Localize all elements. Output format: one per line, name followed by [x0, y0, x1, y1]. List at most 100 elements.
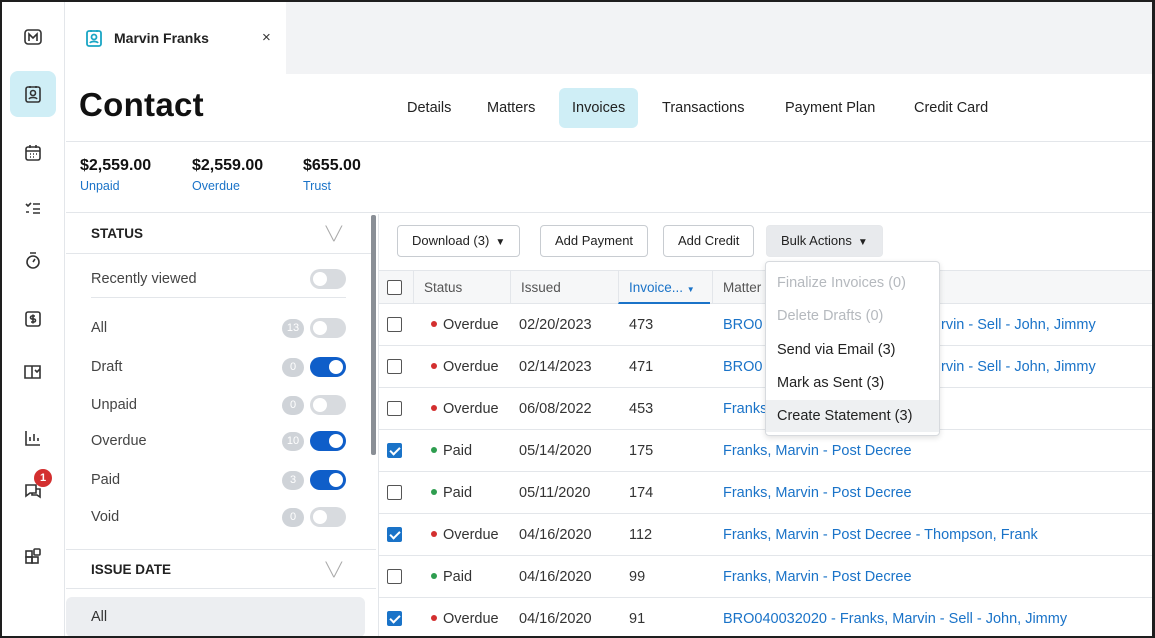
- row-checkbox[interactable]: [387, 317, 402, 332]
- reports-icon[interactable]: [10, 415, 56, 461]
- status-draft-toggle[interactable]: [310, 357, 346, 377]
- bulk-actions-button[interactable]: Bulk Actions ▼: [766, 225, 883, 257]
- matter-link[interactable]: Franks, Marvin - Post Decree: [723, 430, 912, 472]
- add-payment-button[interactable]: Add Payment: [540, 225, 649, 257]
- unpaid-label[interactable]: Unpaid: [80, 179, 151, 193]
- timer-icon[interactable]: [10, 238, 56, 284]
- messages-icon[interactable]: 1: [10, 468, 56, 514]
- messages-badge: 1: [34, 469, 52, 487]
- matter-link[interactable]: Franks, Marvin - Post Decree: [723, 556, 912, 598]
- status-label: Overdue: [91, 433, 147, 449]
- overdue-label[interactable]: Overdue: [192, 179, 263, 193]
- contact-card-icon: [84, 28, 104, 48]
- page-title: Contact: [79, 86, 204, 123]
- tab-transactions[interactable]: Transactions: [649, 88, 757, 128]
- app-window: 1 Marvin Franks × Contact Details Matter…: [2, 2, 1152, 636]
- status-label: Draft: [91, 359, 123, 375]
- filter-status-unpaid: Unpaid 0: [91, 390, 346, 420]
- menu-mark-as-sent[interactable]: Mark as Sent (3): [766, 367, 939, 399]
- caret-down-icon: ▼: [857, 237, 868, 248]
- column-status[interactable]: Status: [413, 271, 511, 304]
- add-credit-button[interactable]: Add Credit: [663, 225, 755, 257]
- trust-label[interactable]: Trust: [303, 179, 361, 193]
- row-checkbox[interactable]: [387, 485, 402, 500]
- invoice-header-label: Invoice...: [629, 280, 684, 295]
- table-row[interactable]: Paid 04/16/2020 99 Franks, Marvin - Post…: [379, 556, 1152, 598]
- tab-invoices[interactable]: Invoices: [559, 88, 639, 128]
- row-checkbox[interactable]: [387, 359, 402, 374]
- tab-marvin-franks[interactable]: Marvin Franks ×: [66, 2, 286, 74]
- row-checkbox[interactable]: [387, 569, 402, 584]
- status-cell: Overdue: [431, 514, 499, 556]
- matter-link-tail[interactable]: rvin - Sell - John, Jimmy: [941, 304, 1096, 346]
- status-count: 0: [282, 395, 304, 415]
- invoice-cell: 174: [629, 485, 654, 501]
- logo-icon[interactable]: [10, 14, 56, 60]
- column-issued[interactable]: Issued: [510, 271, 618, 304]
- billing-icon[interactable]: [10, 296, 56, 342]
- status-filter-heading[interactable]: STATUS ╲╱: [66, 214, 376, 254]
- status-text: Overdue: [443, 359, 499, 375]
- table-row[interactable]: Overdue 04/16/2020 91 BRO040032020 - Fra…: [379, 598, 1152, 636]
- calendar-icon[interactable]: [10, 130, 56, 176]
- filter-scrollbar[interactable]: [371, 215, 376, 455]
- tab-payment-plan[interactable]: Payment Plan: [772, 88, 888, 128]
- issue-date-all-option[interactable]: All: [66, 597, 365, 636]
- tab-credit-card[interactable]: Credit Card: [901, 88, 1001, 128]
- tab-details[interactable]: Details: [394, 88, 464, 128]
- recently-viewed-toggle[interactable]: [310, 269, 346, 289]
- matter-link[interactable]: Franks, Marvin - Post Decree - Thompson,…: [723, 514, 1038, 556]
- matter-link[interactable]: Franks, Marvin - Post Decree: [723, 472, 912, 514]
- matter-link[interactable]: Franks: [723, 388, 767, 430]
- filter-status-overdue: Overdue 10: [91, 426, 346, 456]
- menu-create-statement[interactable]: Create Statement (3): [766, 400, 939, 432]
- tasks-icon[interactable]: [10, 185, 56, 231]
- row-checkbox[interactable]: [387, 527, 402, 542]
- status-cell: Overdue: [431, 388, 499, 430]
- status-count: 13: [282, 318, 304, 338]
- menu-finalize-invoices[interactable]: Finalize Invoices (0): [766, 267, 939, 299]
- overdue-dot-icon: [431, 531, 437, 538]
- row-checkbox[interactable]: [387, 611, 402, 626]
- overdue-summary[interactable]: $2,559.00 Overdue: [192, 157, 263, 193]
- status-paid-toggle[interactable]: [310, 470, 346, 490]
- matter-link[interactable]: BRO0: [723, 304, 763, 346]
- chevron-down-icon[interactable]: ╲╱: [326, 550, 342, 590]
- overdue-dot-icon: [431, 405, 437, 412]
- chevron-down-icon[interactable]: ╲╱: [326, 214, 342, 254]
- close-icon[interactable]: ×: [262, 29, 271, 46]
- status-unpaid-toggle[interactable]: [310, 395, 346, 415]
- contacts-icon[interactable]: [10, 71, 56, 117]
- column-matter[interactable]: Matter: [712, 271, 772, 304]
- matter-link-tail[interactable]: rvin - Sell - John, Jimmy: [941, 346, 1096, 388]
- matter-link[interactable]: BRO040032020 - Franks, Marvin - Sell - J…: [723, 598, 1067, 636]
- invoice-cell: 453: [629, 401, 654, 417]
- menu-send-via-email[interactable]: Send via Email (3): [766, 334, 939, 366]
- table-row[interactable]: Paid 05/11/2020 174 Franks, Marvin - Pos…: [379, 472, 1152, 514]
- status-label: Void: [91, 509, 120, 525]
- invoice-cell: 99: [629, 569, 646, 585]
- trust-summary[interactable]: $655.00 Trust: [303, 157, 361, 193]
- apps-icon[interactable]: [10, 534, 56, 580]
- menu-delete-drafts[interactable]: Delete Drafts (0): [766, 300, 939, 332]
- invoice-cell: 112: [629, 527, 653, 543]
- table-row[interactable]: Overdue 04/16/2020 112 Franks, Marvin - …: [379, 514, 1152, 556]
- status-void-toggle[interactable]: [310, 507, 346, 527]
- unpaid-summary[interactable]: $2,559.00 Unpaid: [80, 157, 151, 193]
- download-button[interactable]: Download (3) ▼: [397, 225, 521, 257]
- select-all-checkbox[interactable]: [387, 280, 402, 295]
- status-all-toggle[interactable]: [310, 318, 346, 338]
- filter-status-all: All 13: [91, 313, 346, 343]
- row-checkbox[interactable]: [387, 443, 402, 458]
- tab-matters[interactable]: Matters: [474, 88, 548, 128]
- documents-icon[interactable]: [10, 349, 56, 395]
- status-text: Paid: [443, 485, 473, 501]
- row-checkbox[interactable]: [387, 401, 402, 416]
- left-rail: 1: [2, 2, 65, 636]
- issue-date-filter-heading[interactable]: ISSUE DATE ╲╱: [66, 549, 376, 589]
- column-invoice[interactable]: Invoice... ▼: [618, 271, 710, 304]
- status-overdue-toggle[interactable]: [310, 431, 346, 451]
- table-row[interactable]: Paid 05/14/2020 175 Franks, Marvin - Pos…: [379, 430, 1152, 472]
- matter-link[interactable]: BRO0: [723, 346, 763, 388]
- recently-viewed-label: Recently viewed: [91, 271, 197, 287]
